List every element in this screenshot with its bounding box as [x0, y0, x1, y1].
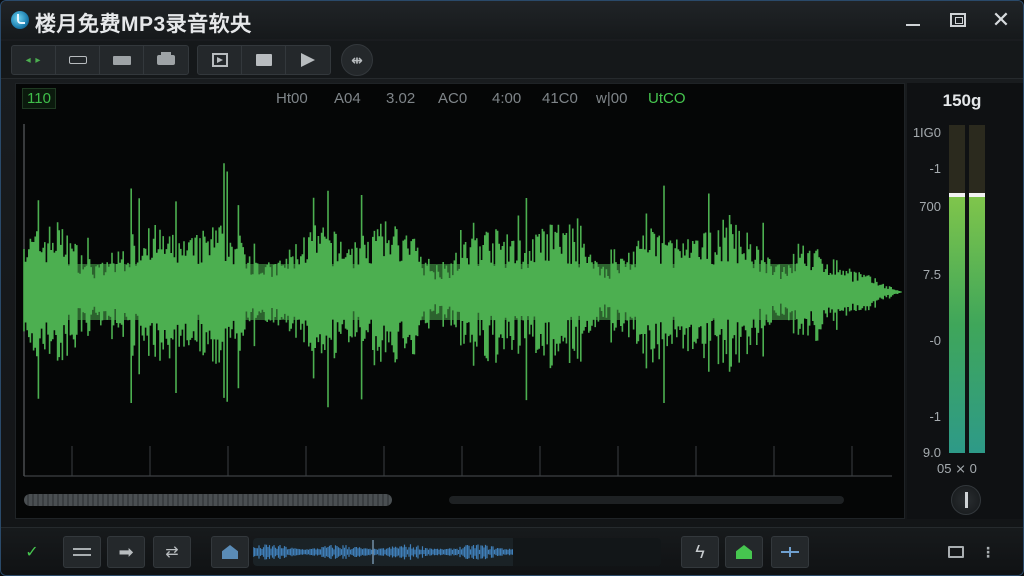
export-button[interactable]: ➡	[107, 536, 145, 568]
more-button[interactable]: ⋮	[969, 536, 1007, 568]
close-button[interactable]: ✕	[984, 5, 1018, 35]
more-icon: ⋮	[981, 543, 995, 560]
meter-scale-label: -1	[929, 161, 941, 176]
ruler-label: Ht00	[276, 90, 308, 107]
channels-icon: ◂ ▸	[25, 54, 42, 66]
meter-fill-left	[949, 197, 965, 453]
rectangle-icon	[68, 56, 87, 64]
app-logo-icon	[11, 11, 29, 29]
record-video-button[interactable]	[144, 46, 188, 74]
preview-button[interactable]	[198, 46, 242, 74]
lightning-icon: ϟ	[695, 541, 705, 562]
meter-scale-label: 700	[919, 199, 941, 214]
effects-button[interactable]: ϟ	[681, 536, 719, 568]
ruler-label: AC0	[438, 90, 468, 107]
meter-scale-label: 9.0	[922, 445, 941, 460]
open-folder-button[interactable]	[242, 46, 286, 74]
timeline-scrollbar[interactable]	[24, 494, 844, 506]
overview-unplayed-region	[513, 538, 661, 566]
meter-peak-left	[949, 193, 965, 198]
waveform-path-group	[23, 163, 902, 408]
channels-button[interactable]: ◂ ▸	[12, 46, 56, 74]
ruler-label: 41C0	[542, 90, 578, 107]
toolbar-group-edit: ◂ ▸	[11, 45, 189, 75]
play-button[interactable]	[286, 46, 330, 74]
meter-bar-right	[969, 125, 985, 453]
waveform-panel[interactable]: 110 Ht00 A04 3.02 AC0 4:00 41C0 w|00 UtC…	[15, 83, 905, 519]
waveform-core	[24, 264, 796, 320]
minimize-button[interactable]	[896, 5, 930, 35]
home-button[interactable]	[211, 536, 249, 568]
check-icon: ✓	[25, 544, 39, 561]
confirm-button[interactable]: ✓	[13, 536, 51, 568]
toolbar-group-file	[197, 45, 331, 75]
gain-knob[interactable]	[951, 485, 981, 515]
overview-waveform-graphic	[253, 538, 661, 566]
loop-icon: ⇄	[165, 544, 179, 561]
window-title: 楼月免费MP3录音软央	[35, 13, 252, 36]
overview-waveform[interactable]	[253, 538, 661, 566]
equalizer-button[interactable]	[63, 536, 101, 568]
loop-button[interactable]: ⇄	[153, 536, 191, 568]
title-bar: 楼月免费MP3录音软央 ✕	[1, 1, 1023, 39]
marker-button[interactable]	[771, 536, 809, 568]
screen-icon	[948, 546, 964, 558]
scrollbar-thumb[interactable]	[24, 494, 392, 506]
ruler-label-active: UtCO	[648, 90, 686, 107]
home-green-button[interactable]	[725, 536, 763, 568]
ruler-label: A04	[334, 90, 361, 107]
home-icon	[222, 545, 238, 559]
select-region-button[interactable]	[56, 46, 100, 74]
meter-scale-label: -1	[929, 409, 941, 424]
meter-value: 150g	[942, 91, 982, 110]
waveform-graphic	[23, 124, 902, 477]
maximize-button[interactable]	[941, 5, 975, 35]
ruler-position-value: 110	[22, 88, 56, 109]
marker-icon	[781, 547, 799, 557]
play-icon	[301, 53, 315, 67]
ruler-label: 3.02	[386, 90, 416, 107]
overview-waveform-path	[253, 544, 514, 560]
minimize-icon	[906, 24, 920, 26]
folder-icon	[255, 54, 272, 66]
camera-icon	[157, 52, 175, 65]
block-button[interactable]	[100, 46, 144, 74]
meter-scale-label: 7.5	[922, 267, 941, 282]
arrow-right-icon: ➡	[118, 541, 134, 562]
meter-footer: 05 ⨯ 0	[937, 461, 977, 476]
meter-scale-label: 1IG0	[912, 125, 941, 140]
close-icon: ✕	[991, 7, 1011, 32]
split-icon: ⇹	[351, 51, 363, 68]
ruler-label: w|00	[596, 90, 628, 107]
app-window: 楼月免费MP3录音软央 ✕ ◂ ▸ ⇹ 110 Ht00 A04 3.02 AC…	[0, 0, 1024, 576]
meter-scale-label: -0	[929, 333, 941, 348]
bottom-toolbar: ✓ ➡ ⇄ ϟ ⋮	[1, 527, 1023, 575]
main-toolbar: ◂ ▸ ⇹	[1, 41, 1023, 79]
meter-peak-right	[969, 193, 985, 198]
split-button[interactable]: ⇹	[341, 44, 373, 76]
ruler-label: 4:00	[492, 90, 522, 107]
meter-fill-right	[969, 197, 985, 453]
meter-bar-left	[949, 125, 965, 453]
block-icon	[112, 55, 131, 65]
level-meter-panel: 150g 1IG0 -1 700 7.5 -0 -1 9.0 05 ⨯ 0	[907, 83, 1023, 519]
green-home-icon	[736, 545, 752, 559]
maximize-icon	[950, 13, 966, 27]
frame-play-icon	[211, 53, 228, 67]
lines-icon	[73, 548, 91, 556]
scrollbar-track-rest	[449, 496, 844, 504]
